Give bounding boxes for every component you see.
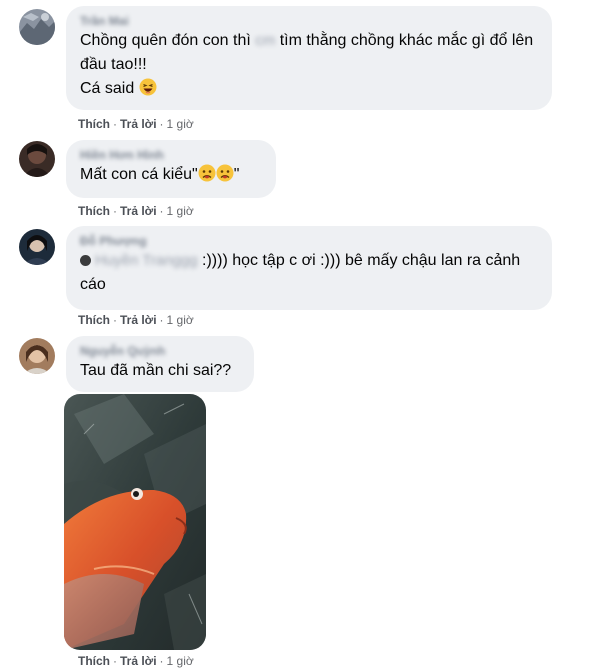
comment-time[interactable]: 1 giờ (167, 654, 194, 668)
reply-button[interactable]: Trả lời (120, 313, 157, 327)
comment-bubble: Trần Mai Chồng quên đón con thì cm tìm t… (66, 6, 552, 110)
sad-emoji-icon (216, 164, 234, 190)
like-button[interactable]: Thích (78, 654, 110, 668)
separator: · (113, 204, 117, 218)
reply-button[interactable]: Trả lời (120, 654, 157, 668)
comment-author[interactable]: Trần Mai (80, 14, 538, 29)
comment-actions: Thích · Trả lời · 1 giờ (78, 204, 194, 218)
avatar[interactable] (19, 338, 55, 374)
separator: · (159, 204, 164, 218)
laughing-emoji-icon (139, 78, 157, 104)
reply-button[interactable]: Trả lời (120, 204, 157, 218)
separator: · (113, 117, 117, 131)
comment-author[interactable]: Nguyễn Quỳnh (80, 344, 240, 359)
comment-author[interactable]: Đỗ Phượng (80, 234, 538, 249)
sad-emoji-icon (198, 164, 216, 190)
separator: · (113, 654, 117, 668)
comment-time[interactable]: 1 giờ (167, 204, 194, 218)
comment-text-line: Cá said (80, 77, 538, 104)
comment-actions: Thích · Trả lời · 1 giờ (78, 117, 194, 131)
comment-author[interactable]: Hiền Hơn Hình (80, 148, 262, 163)
comment-bubble: Hiền Hơn Hình Mất con cá kiểu" " (66, 140, 276, 198)
comment-actions: Thích · Trả lời · 1 giờ (78, 654, 194, 668)
avatar[interactable] (19, 9, 55, 45)
avatar[interactable] (19, 141, 55, 177)
comment-bubble: Nguyễn Quỳnh Tau đã mần chi sai?? (66, 336, 254, 392)
separator: · (159, 654, 164, 668)
like-button[interactable]: Thích (78, 117, 110, 131)
comment-text: Chồng quên đón con thì cm tìm thằng chồn… (80, 29, 538, 77)
separator: · (113, 313, 117, 327)
separator: · (159, 313, 164, 327)
like-button[interactable]: Thích (78, 204, 110, 218)
reply-button[interactable]: Trả lời (120, 117, 157, 131)
mention-badge-icon (80, 255, 91, 266)
comment-text: Mất con cá kiểu" " (80, 163, 262, 190)
attached-photo[interactable] (64, 394, 206, 650)
comment-actions: Thích · Trả lời · 1 giờ (78, 313, 194, 327)
comment-text: Tau đã mần chi sai?? (80, 362, 232, 379)
comment-time[interactable]: 1 giờ (167, 313, 194, 327)
comment-text: Huyền Tranggg :)))) học tập c ơi :))) bê… (80, 249, 538, 297)
separator: · (159, 117, 164, 131)
mention-link[interactable]: Huyền Tranggg (95, 249, 198, 273)
censored-word: cm (255, 32, 276, 49)
comment-bubble: Đỗ Phượng Huyền Tranggg :)))) học tập c … (66, 226, 552, 310)
comment-time[interactable]: 1 giờ (167, 117, 194, 131)
avatar[interactable] (19, 229, 55, 265)
like-button[interactable]: Thích (78, 313, 110, 327)
